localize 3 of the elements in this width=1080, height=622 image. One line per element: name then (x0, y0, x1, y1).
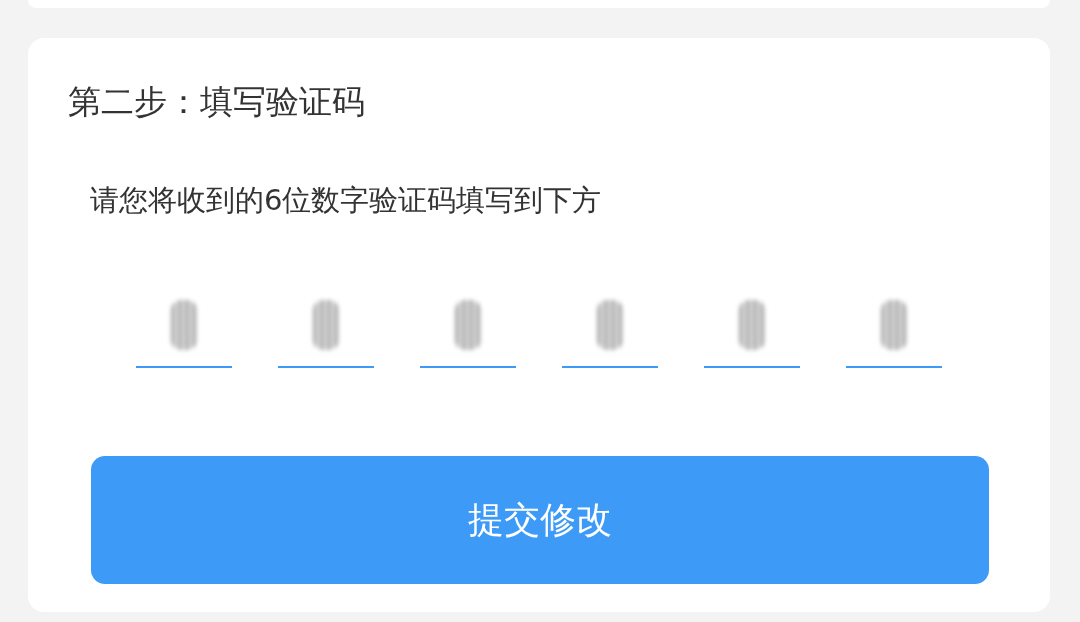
step-title: 第二步：填写验证码 (68, 81, 366, 123)
submit-button[interactable]: 提交修改 (91, 456, 989, 584)
instruction-text: 请您将收到的6位数字验证码填写到下方 (90, 182, 603, 219)
